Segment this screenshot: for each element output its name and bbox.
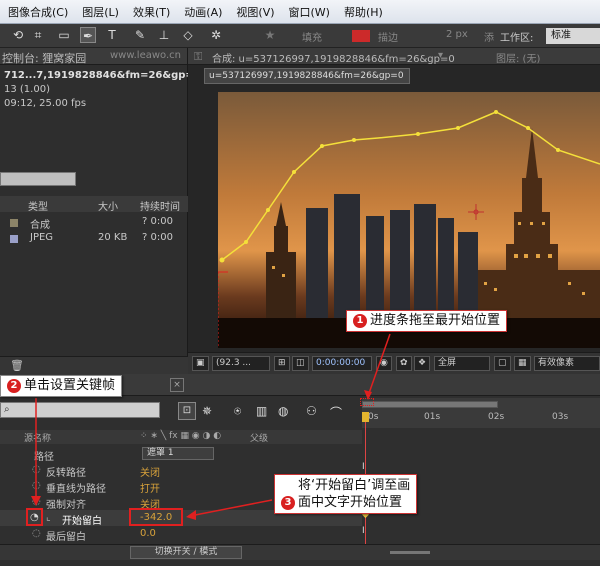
callout-line1: 将‘开始留白’调至画 <box>298 478 411 493</box>
callout-text: 单击设置关键帧 <box>24 378 116 393</box>
callout-number: 2 <box>7 379 21 393</box>
callout-number: 1 <box>353 314 367 328</box>
callout-set-keyframe: 2 单击设置关键帧 <box>0 375 123 397</box>
callout-adjust-start-offset: 将‘开始留白’调至画 3 面中文字开始位置 <box>274 474 418 514</box>
callout-number: 3 <box>281 496 295 510</box>
callout-line2: 面中文字开始位置 <box>298 495 403 510</box>
callout-text: 进度条拖至最开始位置 <box>370 313 501 328</box>
callout-drag-playhead: 1 进度条拖至最开始位置 <box>346 310 508 332</box>
